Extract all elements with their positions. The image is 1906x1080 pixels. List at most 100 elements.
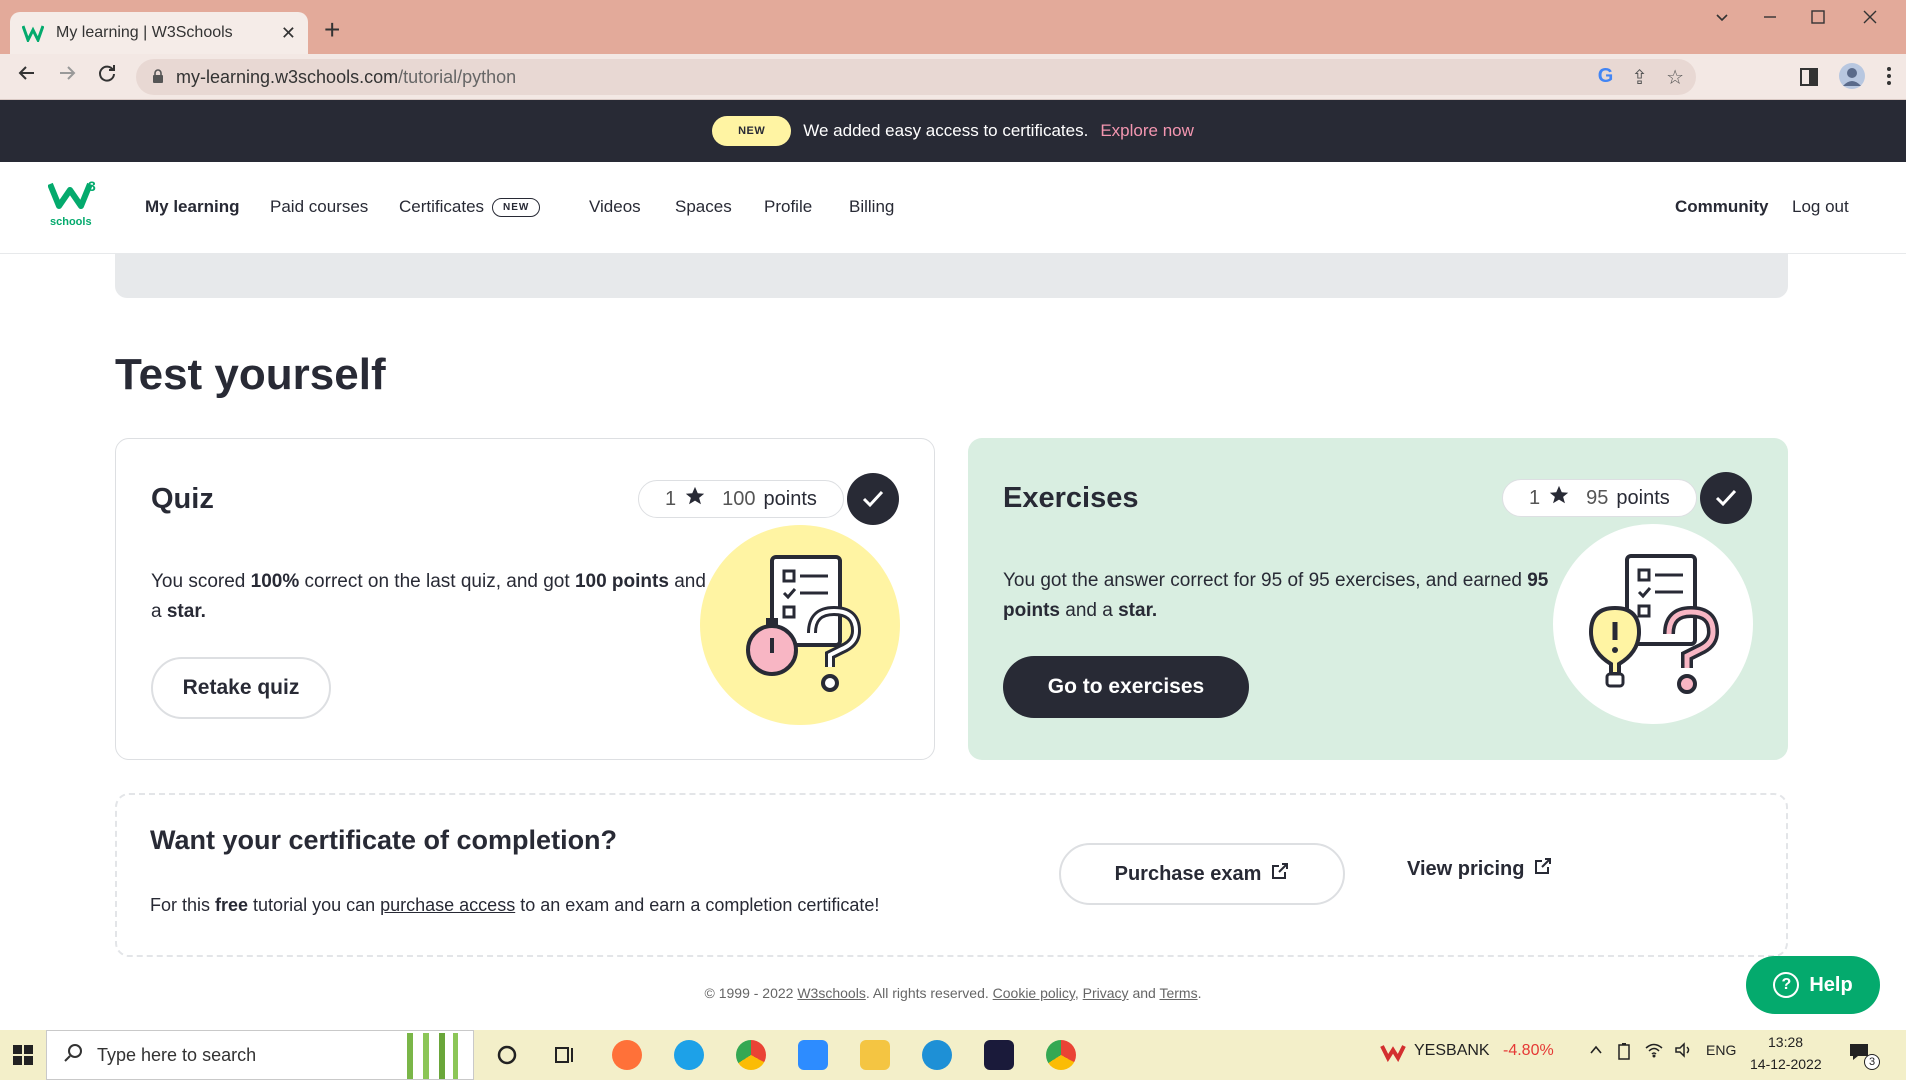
url-domain: my-learning.w3schools.com (176, 66, 399, 87)
search-placeholder: Type here to search (97, 1044, 257, 1065)
external-link-icon (1271, 862, 1289, 886)
purchase-exam-label: Purchase exam (1114, 862, 1262, 885)
quiz-points-number: 100 (722, 487, 756, 510)
browser-tab[interactable]: My learning | W3Schools ✕ (10, 12, 308, 54)
exercises-points-number: 95 (1586, 486, 1609, 509)
nav-community[interactable]: Community (1675, 197, 1769, 217)
taskbar-search-input[interactable]: Type here to search (46, 1030, 474, 1080)
chrome-profile-icon[interactable] (1046, 1040, 1076, 1070)
file-explorer-icon[interactable] (860, 1040, 890, 1070)
back-arrow-icon[interactable] (12, 62, 42, 90)
nav-log-out[interactable]: Log out (1792, 197, 1849, 217)
retake-quiz-button[interactable]: Retake quiz (151, 657, 331, 719)
exercises-points-badge: 1 95 points (1502, 479, 1697, 517)
nav-paid-courses[interactable]: Paid courses (270, 197, 368, 217)
clock-date[interactable]: 14-12-2022 (1750, 1056, 1822, 1072)
stock-name[interactable]: YESBANK (1414, 1042, 1490, 1060)
footer-terms-link[interactable]: Terms (1159, 985, 1197, 1001)
clock-time[interactable]: 13:28 (1768, 1034, 1803, 1050)
new-tab-button[interactable]: + (324, 16, 340, 44)
nav-my-learning[interactable]: My learning (145, 197, 239, 217)
battery-icon[interactable] (1616, 1042, 1632, 1065)
tray-chevron-up-icon[interactable] (1588, 1042, 1604, 1063)
volume-icon[interactable] (1674, 1042, 1694, 1063)
language-indicator[interactable]: ENG (1706, 1042, 1736, 1058)
view-pricing-button[interactable]: View pricing (1407, 857, 1552, 881)
lock-icon (152, 68, 164, 86)
wifi-icon[interactable] (1644, 1042, 1664, 1063)
task-view-icon[interactable] (550, 1040, 580, 1070)
footer-cookie-link[interactable]: Cookie policy (993, 985, 1075, 1001)
close-window-icon[interactable] (1862, 8, 1878, 31)
cortana-icon[interactable] (492, 1040, 522, 1070)
certificate-title: Want your certificate of completion? (150, 825, 618, 855)
tab-close-icon[interactable]: ✕ (281, 23, 296, 44)
minimize-icon[interactable] (1762, 8, 1778, 31)
external-link-icon (1534, 857, 1552, 881)
firefox-icon[interactable] (612, 1040, 642, 1070)
footer: © 1999 - 2022 W3schools. All rights rese… (704, 985, 1202, 1001)
stock-logo-icon (1380, 1042, 1406, 1067)
question-icon: ? (1773, 972, 1800, 998)
star-icon (1548, 484, 1570, 512)
tab-title: My learning | W3Schools (56, 24, 233, 41)
browser-tab-bar: My learning | W3Schools ✕ + (0, 0, 1906, 54)
help-button[interactable]: ? Help (1746, 956, 1880, 1014)
zoom-icon[interactable] (798, 1040, 828, 1070)
tab-search-icon[interactable] (1714, 8, 1730, 31)
logo-text: schools (50, 216, 92, 228)
announcement-bar: NEW We added easy access to certificates… (0, 100, 1906, 162)
bookmark-star-icon[interactable]: ☆ (1666, 65, 1684, 90)
purchase-access-link[interactable]: purchase access (380, 895, 515, 915)
url-input[interactable]: my-learning.w3schools.com/tutorial/pytho… (136, 59, 1696, 95)
reload-icon[interactable] (92, 62, 122, 90)
section-title: Test yourself (115, 350, 386, 399)
checkmark-icon (847, 473, 899, 525)
edge-icon[interactable] (674, 1040, 704, 1070)
help-label: Help (1809, 973, 1853, 996)
internet-explorer-icon[interactable] (922, 1040, 952, 1070)
certificates-new-badge: NEW (492, 198, 541, 218)
share-icon[interactable]: ⇪ (1631, 65, 1648, 90)
nav-certificates[interactable]: Certificates NEW (399, 197, 541, 218)
quiz-star-count: 1 (665, 487, 677, 510)
purchase-exam-button[interactable]: Purchase exam (1059, 843, 1345, 905)
google-lens-icon[interactable]: G (1598, 65, 1614, 90)
maximize-icon[interactable] (1810, 8, 1826, 31)
forward-arrow-icon[interactable] (52, 62, 82, 90)
nav-profile[interactable]: Profile (764, 197, 812, 217)
search-icon (63, 1043, 83, 1068)
w3schools-favicon-icon (22, 22, 44, 44)
explore-now-link[interactable]: Explore now (1100, 121, 1194, 141)
nav-certificates-label: Certificates (399, 197, 485, 216)
footer-privacy-link[interactable]: Privacy (1083, 985, 1129, 1001)
exercises-star-count: 1 (1529, 486, 1541, 509)
exercises-description: You got the answer correct for 95 of 95 … (1003, 570, 1549, 621)
quiz-description: You scored 100% correct on the last quiz… (151, 571, 706, 622)
nav-spaces[interactable]: Spaces (675, 197, 732, 217)
url-path: /tutorial/python (398, 66, 517, 87)
side-panel-icon[interactable] (1800, 66, 1818, 92)
announcement-text: We added easy access to certificates. (803, 121, 1089, 140)
view-pricing-label: View pricing (1407, 857, 1525, 880)
w3schools-logo[interactable]: 3 schools (47, 178, 100, 232)
quiz-points-label: points (763, 487, 817, 510)
quiz-card: Quiz 1 100 points You scored 100% correc… (115, 438, 935, 760)
footer-w3schools-link[interactable]: W3schools (797, 985, 865, 1001)
windows-start-icon[interactable] (0, 1030, 46, 1080)
nav-videos[interactable]: Videos (589, 197, 641, 217)
previous-section-strip (115, 254, 1788, 298)
go-to-exercises-button[interactable]: Go to exercises (1003, 656, 1249, 718)
star-icon (684, 485, 706, 513)
quiz-illustration-icon (700, 525, 900, 725)
quiz-title: Quiz (151, 483, 214, 515)
windows-taskbar: Type here to search YESBANK -4.80% ENG 1… (0, 1030, 1906, 1080)
nav-billing[interactable]: Billing (849, 197, 894, 217)
webex-icon[interactable] (984, 1040, 1014, 1070)
certificate-panel: Want your certificate of completion? For… (115, 793, 1788, 957)
chrome-icon[interactable] (736, 1040, 766, 1070)
chrome-menu-icon[interactable] (1886, 66, 1892, 92)
profile-avatar-icon[interactable] (1838, 62, 1866, 96)
address-bar-row: my-learning.w3schools.com/tutorial/pytho… (0, 54, 1906, 100)
new-badge: NEW (712, 116, 792, 146)
